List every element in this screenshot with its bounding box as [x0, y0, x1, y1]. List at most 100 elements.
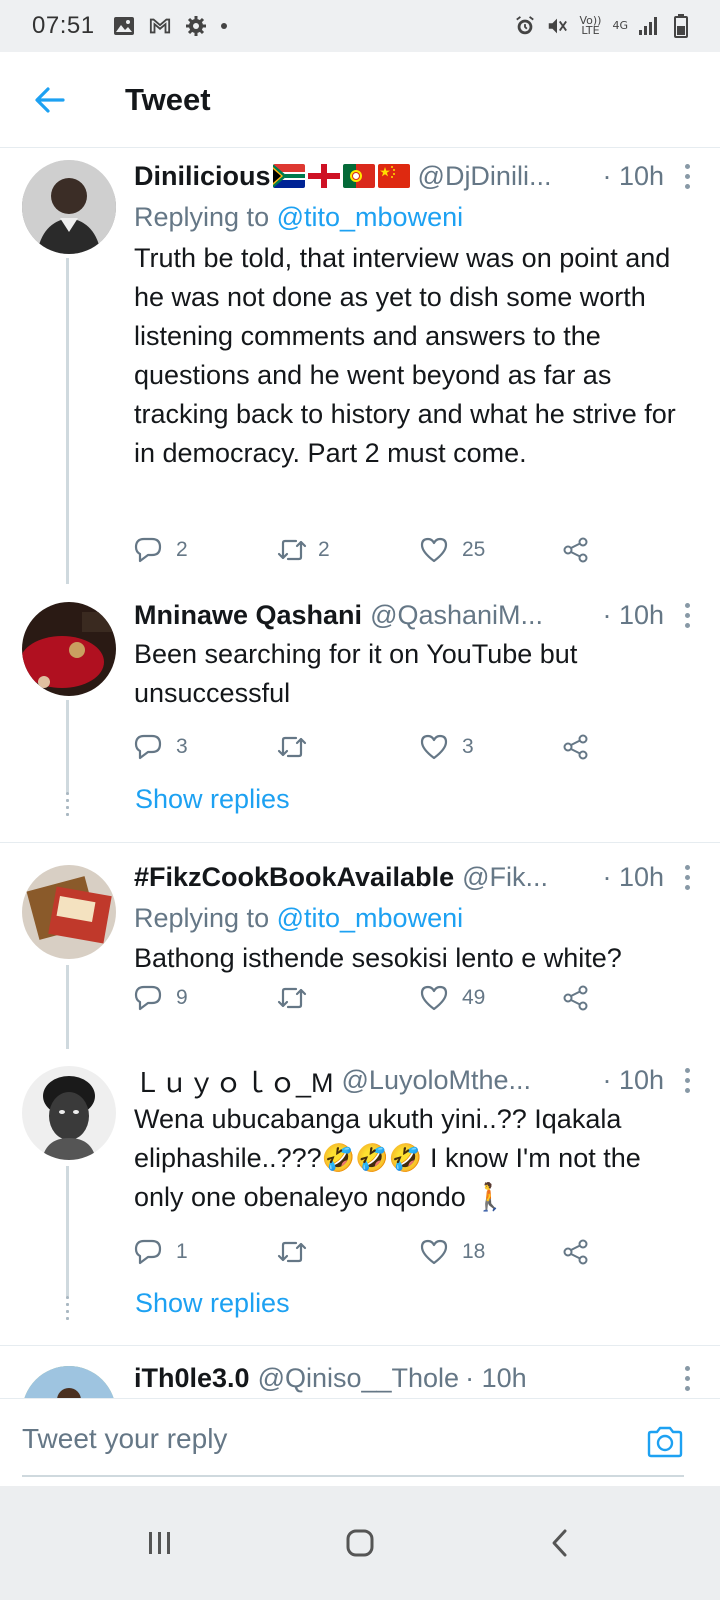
show-replies-link[interactable]: Show replies	[135, 1288, 290, 1319]
mute-icon	[546, 15, 568, 37]
share-icon	[563, 1239, 588, 1265]
reply-count: 1	[176, 1240, 188, 1263]
retweet-icon	[277, 1241, 307, 1263]
author-name[interactable]: Dinilicious	[134, 161, 271, 192]
recent-apps-button[interactable]	[120, 1513, 200, 1573]
retweet-button[interactable]	[276, 1240, 308, 1264]
mention-link[interactable]: @tito_mboweni	[277, 903, 464, 933]
recent-apps-icon	[149, 1532, 170, 1554]
avatar[interactable]	[22, 1066, 116, 1160]
share-button[interactable]	[562, 1239, 590, 1265]
avatar[interactable]	[22, 865, 116, 959]
more-options-icon[interactable]	[682, 1067, 692, 1093]
replying-prefix: Replying to	[134, 903, 270, 933]
tweet-actions: 3 3	[134, 727, 654, 767]
author-handle[interactable]: @LuyoloMthe...	[342, 1065, 597, 1096]
like-count: 18	[462, 1240, 486, 1263]
mention-link[interactable]: @tito_mboweni	[277, 202, 464, 232]
retweet-icon	[277, 539, 307, 561]
back-button[interactable]	[0, 52, 100, 148]
author-handle[interactable]: @DjDinili...	[418, 161, 597, 192]
more-options-icon[interactable]	[682, 1365, 692, 1391]
status-bar: 07:51 Vo)) LTE 4G	[0, 0, 720, 52]
reply-input[interactable]: Tweet your reply	[22, 1423, 227, 1455]
author-name[interactable]: #FikzCookBookAvailable	[134, 862, 454, 893]
thread-line	[66, 258, 69, 584]
thread-line	[66, 1166, 69, 1296]
system-nav-bar	[0, 1486, 720, 1600]
retweet-icon	[277, 987, 307, 1009]
4g-icon: 4G	[612, 19, 628, 32]
retweet-button[interactable]	[276, 986, 308, 1010]
reply-button[interactable]: 1	[134, 1239, 188, 1265]
author-handle[interactable]: @Qiniso__Thole	[258, 1363, 460, 1394]
avatar[interactable]	[22, 160, 116, 254]
reply-button[interactable]: 3	[134, 734, 188, 760]
tweet-text: Been searching for it on YouTube but uns…	[134, 639, 578, 708]
like-button[interactable]: 18	[420, 1239, 485, 1265]
reply-count: 2	[176, 538, 188, 561]
camera-icon	[647, 1426, 683, 1458]
home-button[interactable]	[320, 1513, 400, 1573]
tweet-time[interactable]: · 10h	[602, 862, 664, 893]
reply-button[interactable]: 2	[134, 537, 188, 563]
more-options-icon[interactable]	[682, 602, 692, 628]
retweet-button[interactable]	[276, 735, 308, 759]
retweet-icon	[277, 736, 307, 758]
reply-count: 3	[176, 735, 188, 758]
thread-dots	[66, 1294, 69, 1320]
reply-icon	[134, 985, 162, 1011]
more-options-icon[interactable]	[682, 163, 692, 189]
alarm-icon	[514, 15, 536, 37]
reply-composer[interactable]: Tweet your reply	[0, 1398, 720, 1486]
heart-icon	[420, 734, 448, 760]
author-name[interactable]: Ｌｕｙｏｌｏ_M	[134, 1061, 334, 1100]
more-options-icon[interactable]	[682, 864, 692, 890]
system-back-button[interactable]	[520, 1513, 600, 1573]
author-handle[interactable]: @QashaniM...	[370, 600, 596, 631]
share-icon	[563, 734, 588, 760]
replying-prefix: Replying to	[134, 202, 270, 232]
top-app-bar: Tweet	[0, 52, 720, 148]
tweet-time[interactable]: · 10h	[602, 161, 664, 192]
camera-button[interactable]	[646, 1425, 684, 1461]
like-button[interactable]: 3	[420, 734, 474, 760]
author-name[interactable]: iTh0le3.0	[134, 1363, 250, 1394]
reply-icon	[134, 537, 162, 563]
battery-icon	[670, 14, 692, 38]
tweet-item[interactable]: Mninawe Qashani @QashaniM... · 10h Been …	[0, 588, 720, 842]
back-icon	[552, 1529, 567, 1557]
tweet-item[interactable]: #FikzCookBookAvailable @Fik... · 10h Rep…	[0, 843, 720, 1049]
portugal-flag-icon	[342, 164, 375, 188]
heart-icon	[420, 985, 448, 1011]
author-handle[interactable]: @Fik...	[462, 862, 596, 893]
author-name[interactable]: Mninawe Qashani	[134, 600, 362, 631]
tweet-thread[interactable]: Dinilicious @DjDinili... · 10h Replying …	[0, 148, 720, 1428]
show-replies-link[interactable]: Show replies	[135, 784, 290, 815]
retweet-count: 2	[318, 538, 330, 561]
like-button[interactable]: 49	[420, 985, 485, 1011]
south-africa-flag-icon	[272, 164, 305, 188]
heart-icon	[420, 537, 448, 563]
share-button[interactable]	[562, 537, 590, 563]
status-time: 07:51	[32, 12, 95, 39]
tweet-item[interactable]: Ｌｕｙｏｌｏ_M @LuyoloMthe... · 10h Wena ubuca…	[0, 1048, 720, 1352]
signal-icon	[638, 15, 660, 37]
share-button[interactable]	[562, 734, 590, 760]
reply-input-underline	[22, 1475, 684, 1477]
tweet-text: Wena ubucabanga ukuth yini..?? Iqakala e…	[134, 1104, 641, 1212]
tweet-time[interactable]: · 10h	[602, 1065, 664, 1096]
england-flag-icon	[307, 164, 340, 188]
reply-button[interactable]: 9	[134, 985, 188, 1011]
tweet-time[interactable]: · 10h	[465, 1363, 527, 1394]
retweet-button[interactable]: 2	[276, 538, 330, 562]
page-title: Tweet	[125, 81, 211, 117]
tweet-item[interactable]: Dinilicious @DjDinili... · 10h Replying …	[0, 148, 720, 588]
like-button[interactable]: 25	[420, 537, 485, 563]
share-button[interactable]	[562, 985, 590, 1011]
tweet-text: Bathong isthende sesokisi lento e white?	[134, 943, 622, 973]
reply-icon	[134, 734, 162, 760]
tweet-time[interactable]: · 10h	[602, 600, 664, 631]
avatar[interactable]	[22, 602, 116, 696]
back-arrow-icon	[35, 86, 65, 113]
